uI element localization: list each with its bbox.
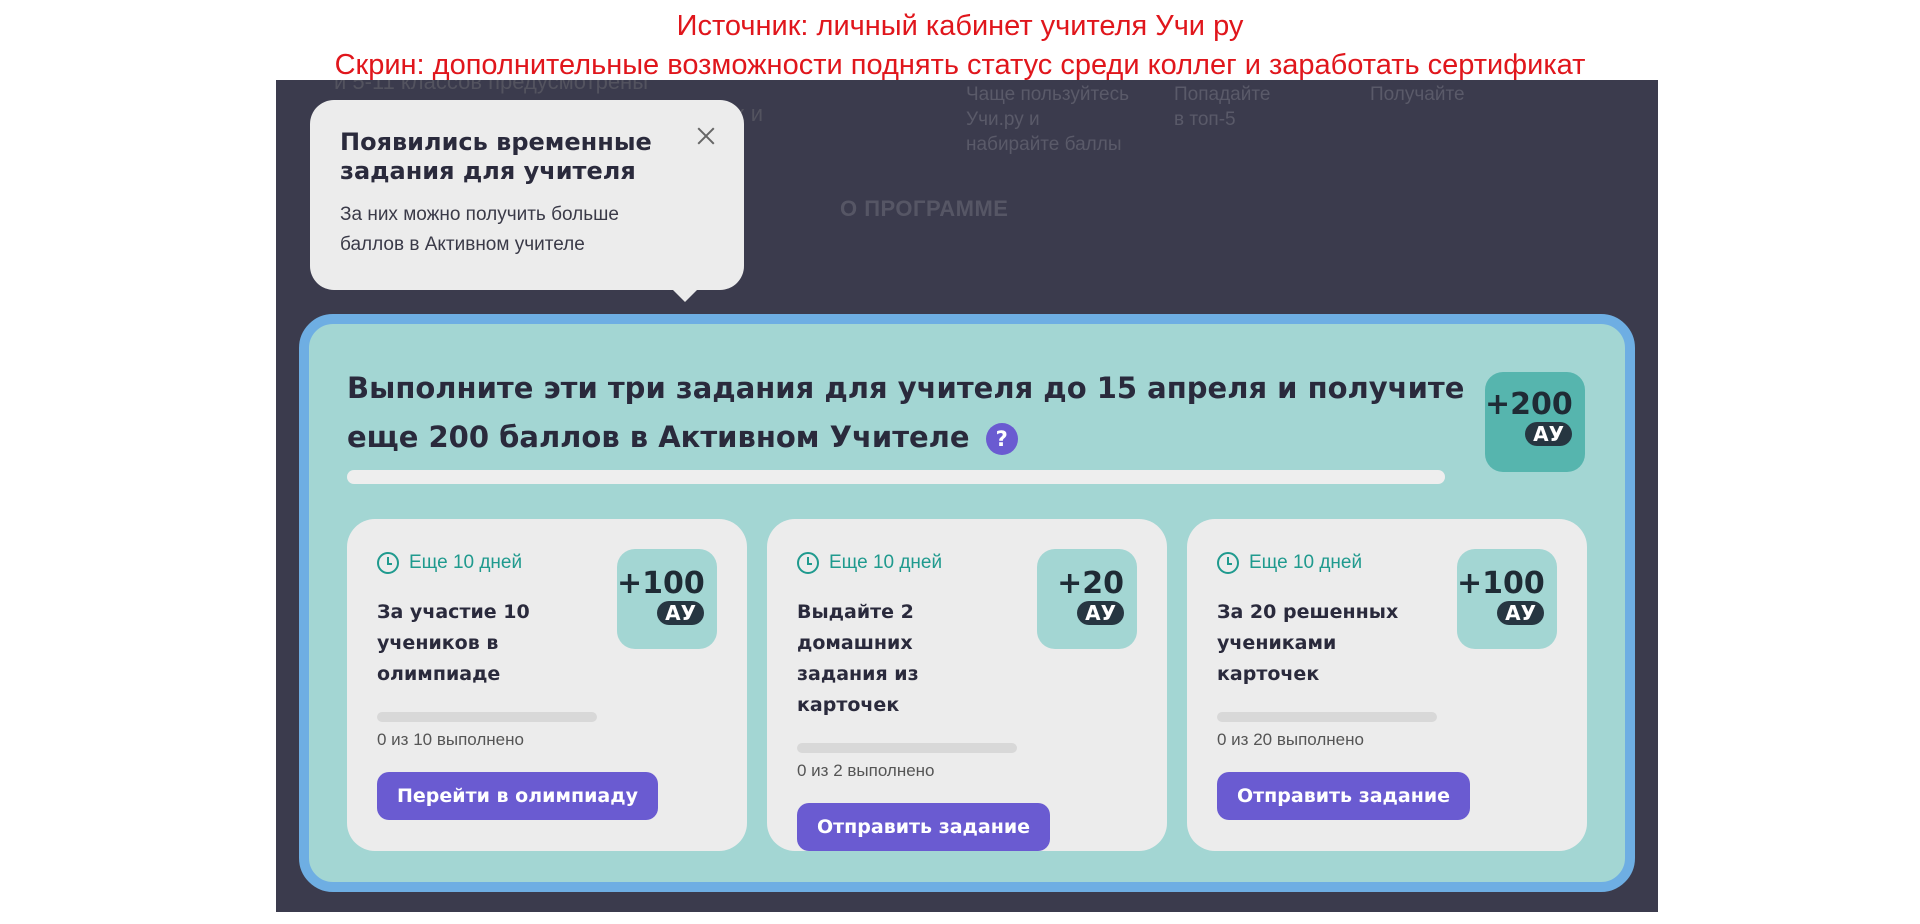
clock-icon bbox=[797, 552, 819, 574]
task-points-badge: +100 АУ bbox=[1457, 549, 1557, 649]
badge-points: +20 bbox=[1057, 566, 1124, 601]
badge-points: +100 bbox=[617, 566, 705, 601]
task-title: За участие 10 учеников в олимпиаде bbox=[377, 601, 530, 685]
background-text: Получайте bbox=[1370, 84, 1465, 105]
task-progress-text: 0 из 2 выполнено bbox=[797, 761, 935, 780]
task-progress-text: 0 из 20 выполнено bbox=[1217, 730, 1364, 749]
background-text: Попадайте в топ-5 bbox=[1174, 84, 1271, 130]
badge-unit: АУ bbox=[1497, 601, 1544, 625]
task-card-cards: Еще 10 дней За 20 решенных учениками кар… bbox=[1187, 519, 1587, 851]
task-progress-bar bbox=[377, 712, 597, 722]
task-title: За 20 решенных учениками карточек bbox=[1217, 601, 1399, 685]
badge-unit: АУ bbox=[1077, 601, 1124, 625]
about-program-button: О ПРОГРАММЕ bbox=[840, 196, 1009, 221]
tooltip-title: Появились временные задания для учителя bbox=[340, 128, 652, 185]
task-progress-text: 0 из 10 выполнено bbox=[377, 730, 524, 749]
clock-icon bbox=[1217, 552, 1239, 574]
caption-description: Скрин: дополнительные возможности поднят… bbox=[334, 49, 1586, 81]
clock-icon bbox=[377, 552, 399, 574]
panel-title-text: Выполните эти три задания для учителя до… bbox=[347, 371, 1465, 454]
caption-source: Источник: личный кабинет учителя Учи ру bbox=[676, 10, 1244, 42]
help-icon[interactable]: ? bbox=[985, 423, 1018, 455]
task-points-badge: +100 АУ bbox=[617, 549, 717, 649]
badge-unit: АУ bbox=[1525, 422, 1572, 446]
temporary-tasks-tooltip: Появились временные задания для учителя … bbox=[310, 100, 744, 302]
timer-label: Еще 10 дней bbox=[1249, 552, 1363, 573]
background-text: Чаще пользуйтесь Учи.ру и набирайте балл… bbox=[966, 84, 1129, 155]
total-points-badge: +200 АУ bbox=[1485, 372, 1585, 472]
task-title: Выдайте 2 домашних задания из карточек bbox=[797, 601, 919, 716]
badge-points: +100 bbox=[1457, 566, 1545, 601]
close-icon[interactable] bbox=[694, 124, 718, 148]
badge-points: +200 bbox=[1485, 387, 1573, 422]
timer-label: Еще 10 дней bbox=[829, 552, 943, 573]
go-to-olympiad-button[interactable]: Перейти в олимпиаду bbox=[377, 772, 658, 820]
task-progress-bar bbox=[797, 743, 1017, 753]
send-task-button[interactable]: Отправить задание bbox=[1217, 772, 1471, 820]
overall-progress-bar bbox=[347, 470, 1445, 484]
badge-unit: АУ bbox=[657, 601, 704, 625]
task-card-olympiad: Еще 10 дней За участие 10 учеников в оли… bbox=[347, 519, 747, 851]
timer-label: Еще 10 дней bbox=[409, 552, 523, 573]
task-progress-bar bbox=[1217, 712, 1437, 722]
task-points-badge: +20 АУ bbox=[1037, 549, 1137, 649]
tooltip-body: За них можно получить больше баллов в Ак… bbox=[340, 204, 619, 255]
send-task-button[interactable]: Отправить задание bbox=[797, 803, 1051, 851]
panel-title: Выполните эти три задания для учителя до… bbox=[347, 364, 1467, 462]
task-card-homework: Еще 10 дней Выдайте 2 домашних задания и… bbox=[767, 519, 1167, 851]
teacher-tasks-panel: Выполните эти три задания для учителя до… bbox=[299, 314, 1635, 892]
